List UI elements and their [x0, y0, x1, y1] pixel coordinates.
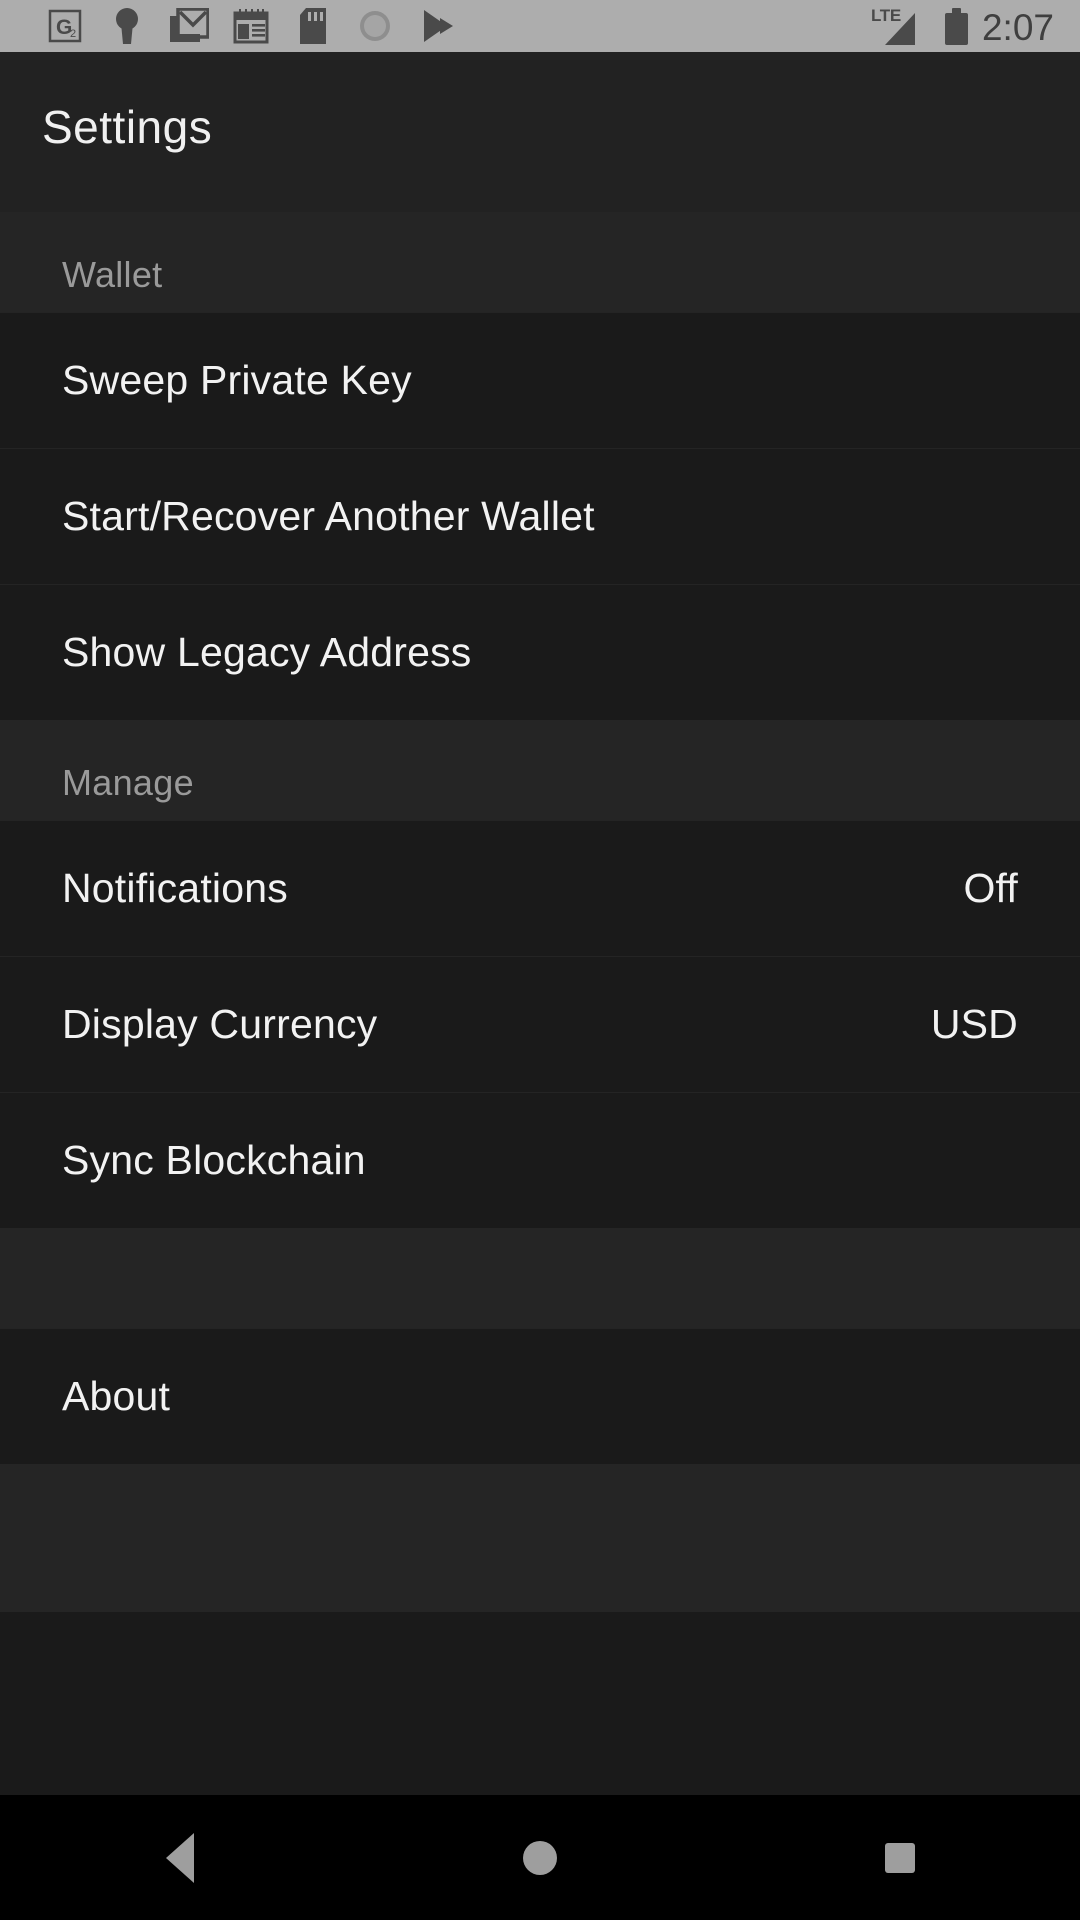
- settings-row-label: About: [62, 1373, 171, 1419]
- list-bottom-edge: [0, 1612, 1080, 1642]
- settings-row-value: USD: [930, 1001, 1018, 1047]
- nav-back-button[interactable]: [0, 1795, 360, 1920]
- nav-recents-button[interactable]: [720, 1795, 1080, 1920]
- recents-square-icon: [885, 1842, 915, 1873]
- settings-row-sync-blockchain[interactable]: Sync Blockchain: [0, 1092, 1080, 1228]
- status-bar-system-icons: LTE 2:07: [871, 6, 1080, 48]
- settings-row-sweep-private-key[interactable]: Sweep Private Key: [0, 312, 1080, 448]
- settings-row-display-currency[interactable]: Display Currency USD: [0, 956, 1080, 1092]
- g2-app-icon: G 2: [34, 6, 96, 46]
- status-bar-notification-icons: G 2: [0, 6, 468, 46]
- back-triangle-icon: [166, 1832, 194, 1883]
- status-bar-clock: 2:07: [981, 6, 1054, 48]
- settings-row-label: Sync Blockchain: [62, 1137, 366, 1183]
- settings-list: Wallet Sweep Private Key Start/Recover A…: [0, 212, 1080, 1642]
- battery-icon: [944, 7, 968, 45]
- sync-circle-icon: [344, 6, 406, 46]
- list-bottom-spacer: [0, 1464, 1080, 1612]
- section-header-about: [0, 1228, 1080, 1328]
- settings-row-value: Off: [963, 865, 1018, 911]
- section-header-wallet: Wallet: [0, 212, 1080, 312]
- settings-row-label: Display Currency: [62, 1001, 378, 1047]
- home-circle-icon: [523, 1840, 557, 1875]
- phone-screen: G 2 LTE 2:07 Settings Wallet Sweep Priva…: [0, 0, 1080, 1920]
- app-bar: Settings: [0, 52, 1080, 212]
- svg-text:2: 2: [70, 28, 76, 40]
- keyhole-icon: [96, 6, 158, 46]
- settings-row-about[interactable]: About: [0, 1328, 1080, 1464]
- gmail-icon: [158, 6, 220, 46]
- section-header-label: Wallet: [62, 254, 163, 295]
- system-navigation-bar: [0, 1795, 1080, 1920]
- settings-row-show-legacy-address[interactable]: Show Legacy Address: [0, 584, 1080, 720]
- play-store-icon: [406, 6, 468, 46]
- settings-row-label: Start/Recover Another Wallet: [62, 493, 595, 539]
- status-bar: G 2 LTE 2:07: [0, 0, 1080, 52]
- settings-row-label: Notifications: [62, 865, 288, 911]
- settings-row-label: Sweep Private Key: [62, 357, 412, 403]
- settings-row-label: Show Legacy Address: [62, 629, 472, 675]
- calendar-icon: [220, 6, 282, 46]
- signal-icon: LTE: [871, 7, 931, 45]
- settings-row-notifications[interactable]: Notifications Off: [0, 820, 1080, 956]
- section-header-manage: Manage: [0, 720, 1080, 820]
- settings-row-start-recover-another-wallet[interactable]: Start/Recover Another Wallet: [0, 448, 1080, 584]
- sd-card-icon: [282, 6, 344, 46]
- page-title: Settings: [42, 101, 213, 153]
- nav-home-button[interactable]: [360, 1795, 720, 1920]
- section-header-label: Manage: [62, 762, 194, 803]
